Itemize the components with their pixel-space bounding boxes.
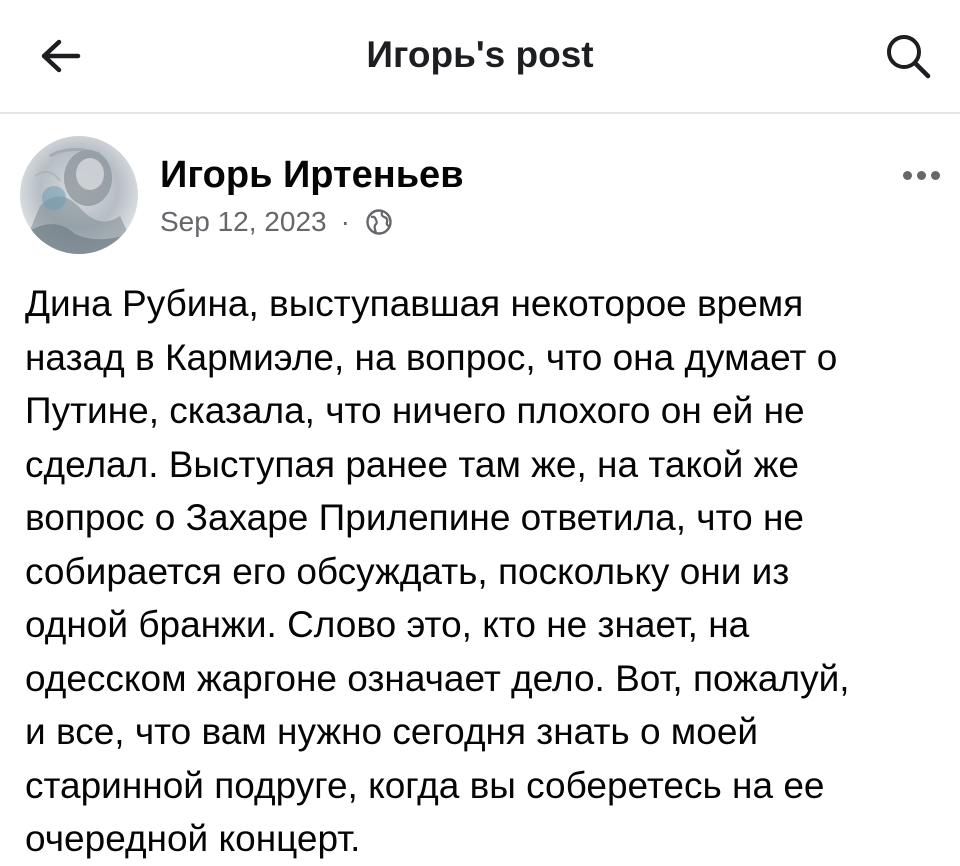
- search-button[interactable]: [872, 24, 944, 88]
- post-text-line: сделал. Выступая ранее там же, на такой …: [25, 443, 799, 485]
- more-options-dot: [902, 170, 912, 180]
- post-date[interactable]: Sep 12, 2023: [160, 206, 327, 238]
- post-text-line: очередной концерт.: [25, 818, 361, 859]
- more-options-dot: [916, 170, 926, 180]
- avatar-image: [20, 136, 138, 254]
- avatar[interactable]: [20, 136, 138, 254]
- post-header: Игорь Иртеньев Sep 12, 2023 ·: [0, 114, 960, 264]
- arrow-left-icon: [41, 39, 81, 73]
- globe-icon: [364, 207, 394, 237]
- post-text-line: Путине, сказала, что ничего плохого он е…: [25, 390, 805, 431]
- post-text: Дина Рубина, выступавшая некоторое время…: [25, 277, 940, 866]
- more-options-button[interactable]: [896, 160, 946, 190]
- back-button[interactable]: [28, 28, 92, 84]
- top-bar: Игорь's post: [0, 0, 960, 114]
- post-text-line: одной бранжи. Слово это, кто не знает, н…: [25, 604, 750, 645]
- post-text-line: Дина Рубина, выступавшая некоторое время: [25, 283, 804, 324]
- author-name[interactable]: Игорь Иртеньев: [160, 154, 464, 197]
- post-meta: Sep 12, 2023 ·: [160, 206, 394, 238]
- page-title: Игорь's post: [366, 34, 594, 75]
- post-text-line: старинной подруге, когда вы соберетесь н…: [25, 764, 825, 806]
- more-options-dot: [930, 170, 940, 180]
- post-text-line: одесском жаргоне означает дело. Вот, пож…: [25, 657, 850, 699]
- post-text-line: вопрос о Захаре Прилепине ответила, что …: [25, 497, 804, 538]
- meta-separator: ·: [340, 206, 350, 237]
- post-text-line: и все, что вам нужно сегодня знать о мое…: [25, 711, 759, 752]
- search-icon: [887, 35, 931, 79]
- post-text-line: собирается его обсуждать, поскольку они …: [25, 550, 790, 592]
- post-text-line: назад в Кармиэле, на вопрос, что она дум…: [25, 336, 838, 378]
